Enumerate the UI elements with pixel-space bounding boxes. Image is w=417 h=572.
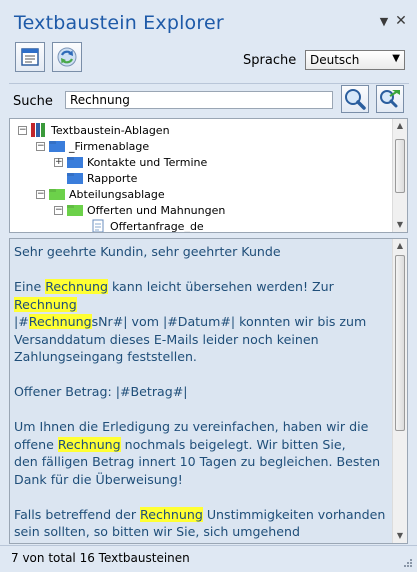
toolbar: Sprache Deutsch ▼ xyxy=(9,40,409,82)
preview-line: Falls betreffend der Rechnung Unstimmigk… xyxy=(14,506,390,524)
tree-item-offerten-und-mahnungen[interactable]: − Offerten und Mahnungen xyxy=(54,202,225,218)
preview-text-segment: offene xyxy=(14,436,58,452)
folder-icon xyxy=(67,172,83,184)
scroll-down-icon[interactable]: ▼ xyxy=(394,219,406,231)
magnifier-icon xyxy=(345,89,366,110)
preview-text-segment: Dank für die Überweisung! xyxy=(14,471,183,487)
collapse-icon[interactable]: − xyxy=(36,141,45,151)
text-preview[interactable]: Sehr geehrte Kundin, sehr geehrter Kunde… xyxy=(9,238,408,544)
collapse-icon[interactable]: − xyxy=(18,125,27,135)
tree-item-kontakte-und-termine[interactable]: + Kontakte und Termine xyxy=(54,154,207,170)
collapse-icon[interactable]: − xyxy=(54,205,63,215)
preview-line: |#RechnungsNr#| vom |#Datum#| konnten wi… xyxy=(14,313,390,331)
preview-scrollbar[interactable]: ▲ ▼ xyxy=(392,239,407,543)
refresh-button[interactable] xyxy=(52,42,82,72)
preview-text-segment: Sehr geehrte Kundin, sehr geehrter Kunde xyxy=(14,244,281,259)
preview-line: Versanddatum dieses E-Mails leider noch … xyxy=(14,331,390,349)
tree-item-label: Kontakte und Termine xyxy=(87,155,208,169)
scroll-up-icon[interactable]: ▲ xyxy=(394,120,406,132)
dropdown-pin-icon[interactable]: ▼ xyxy=(377,14,391,28)
search-highlight: Rechnung xyxy=(28,314,92,329)
preview-text-segment: Versanddatum dieses E-Mails leider noch … xyxy=(14,331,319,347)
preview-line: Eine Rechnung kann leicht übersehen werd… xyxy=(14,278,390,313)
tree-scrollbar-thumb[interactable] xyxy=(395,139,405,193)
preview-line: Sehr geehrte Kundin, sehr geehrter Kunde xyxy=(14,243,390,261)
search-next-icon xyxy=(380,90,400,108)
window-title: Textbaustein Explorer xyxy=(14,12,224,34)
document-view-icon xyxy=(21,48,39,66)
preview-line: sein sollten, so bitten wir Sie, sich um… xyxy=(14,523,390,541)
preview-text-segment: |# xyxy=(14,314,29,329)
status-bar: 7 von total 16 Textbausteinen xyxy=(0,545,417,572)
collapse-icon[interactable]: − xyxy=(36,189,45,199)
preview-text-segment: Zahlungseingang feststellen. xyxy=(14,349,197,364)
preview-line xyxy=(14,261,390,279)
search-highlight: Rechnung xyxy=(45,279,108,294)
preview-text-segment: Unstimmigkeiten vorhanden xyxy=(202,506,386,522)
refresh-icon xyxy=(57,47,77,67)
preview-line xyxy=(14,401,390,419)
preview-text-segment: mit uns in Verbindung zu setzen. xyxy=(14,542,221,544)
preview-line: Um Ihnen die Erledigung zu vereinfachen,… xyxy=(14,418,390,436)
preview-scrollbar-thumb[interactable] xyxy=(395,255,405,431)
search-input[interactable] xyxy=(65,91,333,109)
search-highlight: Rechnung xyxy=(57,436,121,452)
scroll-up-icon[interactable]: ▲ xyxy=(394,240,406,252)
document-icon xyxy=(92,219,104,232)
tree-item-abteilungsablage[interactable]: − Abteilungsablage xyxy=(36,186,165,202)
tree-item-label: Textbaustein-Ablagen xyxy=(51,123,170,137)
preview-line: den fälligen Betrag innert 10 Tagen zu b… xyxy=(14,453,390,471)
title-bar: Textbaustein Explorer ▼ ✕ xyxy=(0,0,417,36)
preview-text-segment: sNr#| vom |#Datum#| konnten wir bis zum xyxy=(91,314,367,329)
stack-icon xyxy=(31,123,47,137)
preview-text-segment: Um Ihnen die Erledigung zu vereinfachen,… xyxy=(14,419,369,434)
folder-icon xyxy=(67,156,83,168)
preview-text-segment: kann leicht übersehen werden! Zur xyxy=(107,279,334,294)
preview-line xyxy=(14,488,390,506)
tree-item-offertanfrage-de[interactable]: Offertanfrage_de xyxy=(90,218,204,233)
preview-line xyxy=(14,366,390,384)
search-button[interactable] xyxy=(341,85,369,113)
folder-icon xyxy=(67,204,83,216)
language-label: Sprache xyxy=(243,53,297,68)
preview-text-segment: den fälligen Betrag innert 10 Tagen zu b… xyxy=(14,454,381,469)
preview-line: Dank für die Überweisung! xyxy=(14,471,390,489)
search-highlight: Rechnung xyxy=(140,506,203,522)
resize-grip-icon[interactable] xyxy=(403,558,413,568)
preview-line: Zahlungseingang feststellen. xyxy=(14,348,390,366)
tree-item-label: _Firmenablage xyxy=(69,139,150,153)
preview-line: Offener Betrag: |#Betrag#| xyxy=(14,383,390,401)
search-label: Suche xyxy=(13,94,53,109)
preview-line: mit uns in Verbindung zu setzen. xyxy=(14,541,390,544)
tree-item-textbaustein-ablagen[interactable]: − Textbaustein-Ablagen xyxy=(18,122,170,138)
folder-icon xyxy=(49,140,65,152)
preview-text-segment: Falls betreffend der xyxy=(14,506,141,522)
preview-text-segment: sein sollten, so bitten wir Sie, sich um… xyxy=(14,524,300,539)
tree-item-label: Abteilungsablage xyxy=(69,187,165,201)
tree-scrollbar[interactable]: ▲ ▼ xyxy=(392,119,407,232)
tree-item-firmenablage[interactable]: − _Firmenablage xyxy=(36,138,149,154)
preview-line: offene Rechnung nochmals beigelegt. Wir … xyxy=(14,436,390,454)
chevron-down-icon: ▼ xyxy=(392,53,400,64)
tree-item-label: Offerten und Mahnungen xyxy=(87,203,226,217)
language-select-value: Deutsch xyxy=(310,53,360,67)
tree-item-label: Rapporte xyxy=(87,171,138,185)
search-bar: Suche xyxy=(9,83,409,118)
close-icon[interactable]: ✕ xyxy=(394,13,408,29)
preview-text-segment: Eine xyxy=(14,279,46,294)
folder-icon xyxy=(49,188,65,200)
search-highlight: Rechnung xyxy=(14,296,77,312)
preview-text-segment: nochmals beigelegt. Wir bitten Sie, xyxy=(120,436,346,452)
scroll-down-icon[interactable]: ▼ xyxy=(394,530,406,542)
tree-item-label: Offertanfrage_de xyxy=(110,219,204,233)
language-select[interactable]: Deutsch ▼ xyxy=(305,50,405,70)
search-next-button[interactable] xyxy=(376,85,404,113)
tree-item-rapporte[interactable]: Rapporte xyxy=(67,170,137,186)
preview-text-body: Sehr geehrte Kundin, sehr geehrter Kunde… xyxy=(14,243,390,544)
tree-view[interactable]: − Textbaustein-Ablagen − _Firmenablage +… xyxy=(9,118,408,233)
preview-text-segment: Offener Betrag: |#Betrag#| xyxy=(14,384,188,399)
status-text: 7 von total 16 Textbausteinen xyxy=(11,551,190,565)
document-view-button[interactable] xyxy=(15,42,45,72)
expand-icon[interactable]: + xyxy=(54,157,63,167)
